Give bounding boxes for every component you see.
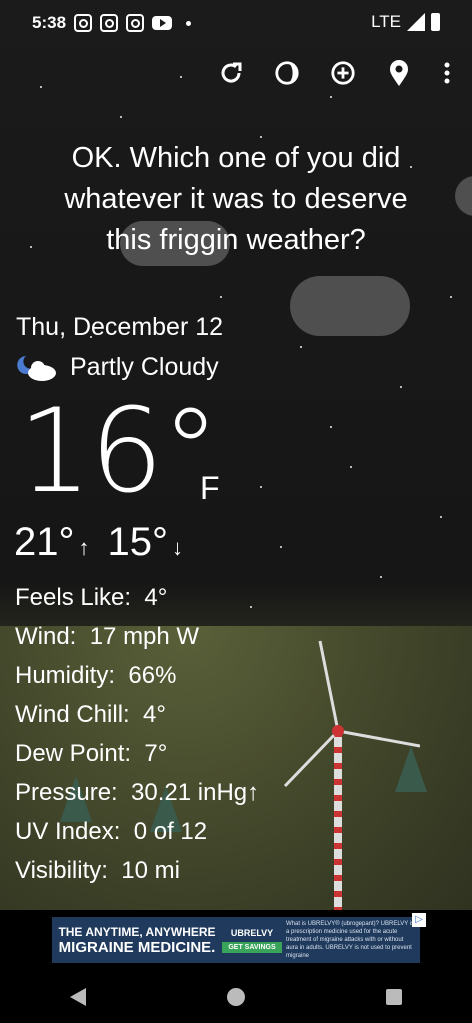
weather-quote: OK. Which one of you did whatever it was…: [0, 138, 472, 261]
wind-turbine: [283, 640, 420, 910]
ad-copy: What is UBRELVY® (ubrogepant)? UBRELVY i…: [286, 921, 415, 959]
instagram-notification-icon: [74, 14, 93, 32]
detail-row: Pressure: 30.21 inHg↑: [15, 779, 260, 806]
more-notifications-icon: [186, 20, 192, 26]
network-type: LTE: [371, 12, 401, 31]
battery-icon: [431, 13, 440, 31]
quote-line: this friggin weather?: [106, 224, 366, 256]
status-time: 5:38: [32, 13, 67, 32]
ad-banner-bar: THE ANYTIME, ANYWHERE MIGRAINE MEDICINE.…: [0, 910, 472, 970]
recent-apps-icon[interactable]: [385, 988, 402, 1005]
weather-details: Feels Like: 4° Wind: 17 mph W Humidity: …: [15, 578, 259, 890]
signal-icon: [407, 13, 425, 31]
toolbar: [218, 60, 452, 86]
down-arrow-icon: ↓: [172, 535, 183, 560]
detail-row: Wind: 17 mph W: [15, 623, 200, 650]
back-icon[interactable]: [70, 987, 87, 1006]
temperature-unit: F: [200, 470, 220, 506]
ad-headline: THE ANYTIME, ANYWHERE MIGRAINE MEDICINE.: [58, 924, 216, 956]
detail-row: Wind Chill: 4°: [15, 701, 166, 728]
home-icon[interactable]: [226, 987, 245, 1006]
theme-icon[interactable]: [274, 60, 300, 86]
high-temp: 21°: [14, 520, 75, 564]
quote-line: OK. Which one of you did: [71, 142, 401, 174]
ad-banner[interactable]: THE ANYTIME, ANYWHERE MIGRAINE MEDICINE.…: [52, 913, 426, 963]
cloud: [290, 276, 410, 336]
quote-line: whatever it was to deserve: [64, 183, 408, 215]
status-bar: 5:38 LTE: [0, 0, 472, 46]
overflow-menu-icon[interactable]: [442, 60, 452, 86]
high-low: 21° ↑ 15° ↓: [14, 520, 183, 565]
condition-text: Partly Cloudy: [70, 353, 219, 381]
instagram-notification-icon: [126, 14, 145, 32]
up-arrow-icon: ↑: [78, 535, 90, 560]
detail-row: Humidity: 66%: [15, 662, 177, 689]
detail-row: UV Index: 0 of 12: [15, 818, 208, 845]
current-temperature: 16°: [18, 384, 220, 519]
instagram-notification-icon: [100, 14, 119, 32]
ad-info-icon[interactable]: ▷: [412, 913, 426, 927]
low-temp: 15°: [107, 520, 169, 564]
location-pin-icon[interactable]: [386, 60, 412, 86]
condition: Partly Cloudy: [16, 353, 219, 382]
add-location-icon[interactable]: [330, 60, 356, 86]
detail-row: Dew Point: 7°: [15, 740, 168, 767]
youtube-notification-icon: [152, 16, 173, 30]
forecast-date: Thu, December 12: [16, 313, 224, 341]
refresh-icon[interactable]: [218, 60, 244, 86]
ad-cta-button[interactable]: GET SAVINGS: [222, 941, 282, 953]
partly-cloudy-night-icon: [17, 355, 56, 381]
ad-brand: UBRELVY GET SAVINGS: [222, 928, 282, 953]
detail-row: Visibility: 10 mi: [15, 857, 180, 884]
navigation-bar: [0, 970, 472, 1023]
detail-row: Feels Like: 4°: [15, 584, 168, 611]
